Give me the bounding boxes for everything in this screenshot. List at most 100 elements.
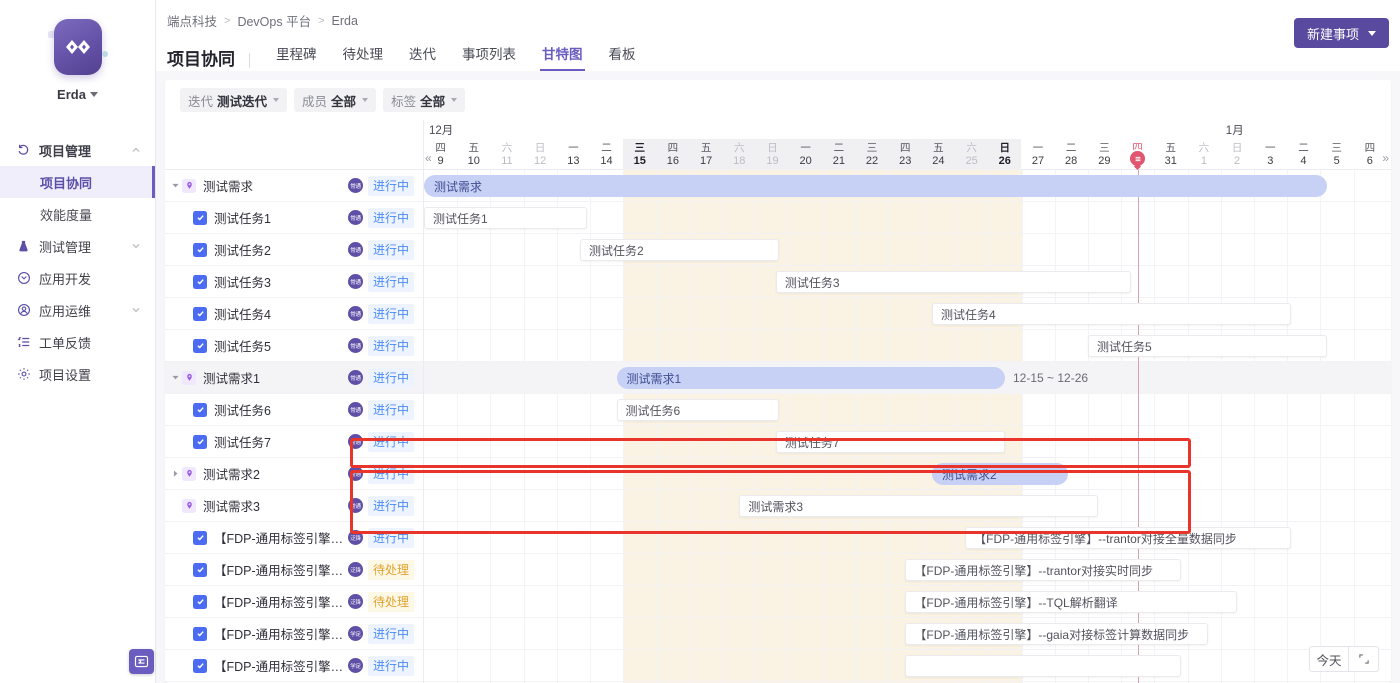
gantt-bar[interactable]: 测试任务7 <box>775 431 1005 453</box>
gantt-bar[interactable]: 【FDP-通用标签引擎】--trantor对接实时同步 <box>905 559 1181 581</box>
breadcrumb-item-1[interactable]: DevOps 平台 <box>237 11 311 30</box>
task-list-row[interactable]: 测试任务3 常通 进行中 <box>165 266 423 298</box>
day-column-16[interactable]: 四 16 <box>656 139 690 170</box>
status-badge[interactable]: 进行中 <box>368 431 414 452</box>
timeline-body[interactable]: 测试需求 测试任务1 测试任务2 测试任务3 测试任务4 测试任务5 测试需求1 12-15 … <box>424 170 1391 683</box>
tab-backlog[interactable]: 待处理 <box>330 47 397 71</box>
gantt-bar[interactable]: 测试需求1 <box>616 367 1005 389</box>
gantt-bar[interactable]: 测试需求2 <box>931 463 1069 485</box>
sidebar-item-efficiency-metrics[interactable]: 效能度量 <box>0 198 155 230</box>
day-column-31[interactable]: 五 31 <box>1154 139 1187 170</box>
status-badge[interactable]: 进行中 <box>368 399 414 420</box>
day-column-14[interactable]: 二 14 <box>590 139 623 170</box>
gantt-bar[interactable]: 测试任务5 <box>1088 335 1328 357</box>
day-column-13[interactable]: 一 13 <box>557 139 590 170</box>
status-badge[interactable]: 待处理 <box>368 591 414 612</box>
prev-arrow-icon[interactable]: « <box>425 151 432 165</box>
status-badge[interactable]: 待处理 <box>368 559 414 580</box>
task-list-row[interactable]: 测试任务4 常通 进行中 <box>165 298 423 330</box>
org-switcher[interactable]: Erda <box>57 87 98 102</box>
day-column-1[interactable]: 六1 <box>1187 139 1220 170</box>
day-column-27[interactable]: 一 27 <box>1021 139 1054 170</box>
day-column-26[interactable]: 日 26 <box>988 139 1022 170</box>
status-badge[interactable]: 进行中 <box>368 207 414 228</box>
task-list-row[interactable]: 测试任务2 常通 进行中 <box>165 234 423 266</box>
sidebar-item-project-settings[interactable]: 项目设置 <box>0 358 155 390</box>
day-column-2[interactable]: 日2 <box>1221 139 1254 170</box>
org-logo-area[interactable]: Erda <box>0 0 155 118</box>
day-column-24[interactable]: 五 24 <box>921 139 955 170</box>
day-column-12[interactable]: 日 12 <box>524 139 557 170</box>
expand-icon[interactable] <box>1349 646 1379 672</box>
sidebar-item-app-operations[interactable]: 应用运维 <box>0 294 155 326</box>
tab-milestone[interactable]: 里程碑 <box>263 47 330 71</box>
gantt-bar[interactable]: 测试需求3 <box>739 495 1098 517</box>
sidebar-item-app-development[interactable]: 应用开发 <box>0 262 155 294</box>
breadcrumb-item-0[interactable]: 端点科技 <box>167 11 217 30</box>
day-column-10[interactable]: 五 10 <box>457 139 490 170</box>
status-badge[interactable]: 进行中 <box>368 271 414 292</box>
filter-label[interactable]: 标签 全部 <box>383 88 466 112</box>
status-badge[interactable]: 进行中 <box>368 303 414 324</box>
gantt-bar[interactable]: 测试任务2 <box>580 239 780 261</box>
caret-right-icon[interactable] <box>169 470 182 477</box>
status-badge[interactable]: 进行中 <box>368 335 414 356</box>
new-issue-button[interactable]: 新建事项 <box>1293 18 1389 48</box>
day-column-4[interactable]: 二4 <box>1287 139 1320 170</box>
status-badge[interactable]: 进行中 <box>368 239 414 260</box>
gantt-bar[interactable]: 【FDP-通用标签引擎】--TQL解析翻译 <box>905 591 1238 613</box>
sidebar-item-project-management[interactable]: 项目管理 <box>0 134 155 166</box>
gantt-bar[interactable]: 测试任务6 <box>616 399 780 421</box>
status-badge[interactable]: 进行中 <box>368 623 414 644</box>
task-list-row[interactable]: 测试需求3 常通 进行中 <box>165 490 423 522</box>
tab-gantt[interactable]: 甘特图 <box>529 47 596 71</box>
gantt-bar[interactable]: 测试任务3 <box>775 271 1132 293</box>
day-column-28[interactable]: 二 28 <box>1055 139 1088 170</box>
task-list-row[interactable]: 测试需求1 常通 进行中 <box>165 362 423 394</box>
gantt-bar[interactable]: 测试任务4 <box>931 303 1291 325</box>
tab-kanban[interactable]: 看板 <box>596 47 649 71</box>
task-list-row[interactable]: 【FDP-通用标签引擎】--TQL...泛锋待处理 <box>165 586 423 618</box>
tab-iteration[interactable]: 迭代 <box>396 47 449 71</box>
day-column-20[interactable]: 一 20 <box>789 139 823 170</box>
day-column-17[interactable]: 五 17 <box>689 139 723 170</box>
caret-down-icon[interactable] <box>169 182 182 189</box>
sidebar-item-test-management[interactable]: 测试管理 <box>0 230 155 262</box>
sidebar-item-project-collaboration[interactable]: 项目协同 <box>0 166 155 198</box>
gantt-bar[interactable]: 测试需求 <box>424 175 1328 197</box>
task-list-row[interactable]: 【FDP-通用标签引擎】--tran...泛锋待处理 <box>165 554 423 586</box>
day-column-21[interactable]: 二 21 <box>822 139 856 170</box>
task-list-row[interactable]: 【FDP-通用标签引擎】--实...学足进行中 <box>165 650 423 682</box>
gantt-bar[interactable]: 【FDP-通用标签引擎】--gaia对接标签计算数据同步 <box>905 623 1208 645</box>
task-list-row[interactable]: 测试任务7 常通 进行中 <box>165 426 423 458</box>
day-column-19[interactable]: 日 19 <box>755 139 790 170</box>
task-list-row[interactable]: 【FDP-通用标签引擎】--tran...泛锋进行中 <box>165 522 423 554</box>
collapse-sidebar-icon[interactable] <box>129 649 154 674</box>
day-column-5[interactable]: 三5 <box>1320 139 1353 170</box>
gantt-bar[interactable]: 测试任务1 <box>424 207 587 229</box>
task-list-row[interactable]: 测试需求2 常通 进行中 <box>165 458 423 490</box>
filter-member[interactable]: 成员 全部 <box>294 88 377 112</box>
sidebar-item-ticket-feedback[interactable]: 工单反馈 <box>0 326 155 358</box>
status-badge[interactable]: 进行中 <box>368 655 414 676</box>
gantt-bar[interactable]: 【FDP-通用标签引擎】--trantor对接全量数据同步 <box>965 527 1291 549</box>
day-column-22[interactable]: 三 22 <box>855 139 889 170</box>
task-list-row[interactable]: 测试任务5 常通 进行中 <box>165 330 423 362</box>
filter-iteration[interactable]: 迭代 测试迭代 <box>180 88 288 112</box>
day-column-15[interactable]: 三 15 <box>623 139 657 170</box>
status-badge[interactable]: 进行中 <box>368 175 414 196</box>
status-badge[interactable]: 进行中 <box>368 495 414 516</box>
task-list-body[interactable]: 测试需求 常通 进行中 测试任务1 常通 进行中 测试任务2 常通 进行中 测试任务3 常通 进行中测… <box>165 170 423 683</box>
next-arrow-icon[interactable]: » <box>1382 151 1389 165</box>
day-column-29[interactable]: 三 29 <box>1088 139 1121 170</box>
status-badge[interactable]: 进行中 <box>368 463 414 484</box>
task-list-row[interactable]: 【FDP-通用标签引擎】--gaia...学足进行中 <box>165 618 423 650</box>
day-column-25[interactable]: 六 25 <box>955 139 989 170</box>
timeline-row[interactable] <box>424 234 1391 266</box>
breadcrumb-item-2[interactable]: Erda <box>332 14 358 28</box>
task-list-row[interactable]: 测试任务6 常通 进行中 <box>165 394 423 426</box>
caret-down-icon[interactable] <box>169 374 182 381</box>
status-badge[interactable]: 进行中 <box>368 527 414 548</box>
timeline-row[interactable] <box>424 458 1391 490</box>
task-list-row[interactable]: 测试任务1 常通 进行中 <box>165 202 423 234</box>
